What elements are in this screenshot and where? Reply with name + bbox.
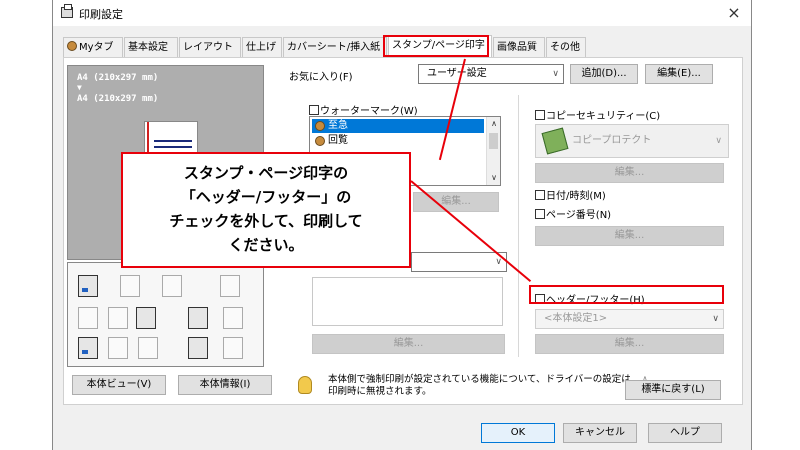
overlay-select[interactable]: ∨ [411, 252, 507, 272]
header-footer-highlight-box [529, 285, 724, 304]
watermark-item-urgent[interactable]: 至急 [312, 119, 484, 133]
watermark-scrollbar[interactable]: ∧ ∨ [486, 117, 500, 185]
chevron-down-icon: ∨ [552, 69, 559, 79]
device-view-button[interactable]: 本体ビュー(V) [72, 375, 166, 395]
device-info-button[interactable]: 本体情報(I) [178, 375, 272, 395]
tab-layout[interactable]: レイアウト [179, 37, 241, 57]
tab-my-tab[interactable]: Myタブ [63, 37, 123, 57]
scroll-thumb[interactable] [489, 133, 498, 149]
favorites-label: お気に入り(F) [289, 72, 353, 83]
color-icon [78, 337, 98, 359]
page-number-checkbox[interactable]: ページ番号(N) [535, 206, 611, 221]
copy-security-value: コピープロテクト [572, 135, 652, 146]
shield-copy-icon [541, 127, 569, 155]
header-footer-select[interactable]: <本体設定1> ∨ [535, 309, 724, 329]
tab-finishing[interactable]: 仕上げ [242, 37, 282, 57]
fold-icon [108, 337, 128, 359]
callout-line-1: スタンプ・ページ印字の [183, 164, 349, 182]
checkbox-box [535, 190, 545, 200]
header-footer-value: <本体設定1> [544, 313, 608, 324]
tab-highlight-box [383, 35, 489, 57]
scroll-up-icon[interactable]: ∧ [487, 117, 501, 131]
instruction-callout: スタンプ・ページ印字の 「ヘッダー/フッター」の チェックを外して、印刷して く… [121, 152, 411, 268]
printer-output-icon [78, 275, 98, 297]
paper-size-top: A4 (210x297 mm) [77, 73, 159, 83]
page-line [154, 140, 192, 142]
page-line [154, 146, 192, 148]
watermark-checkbox[interactable]: ウォーターマーク(W) [309, 102, 418, 117]
finishing-icons-panel [67, 262, 264, 367]
stack-icon [223, 337, 243, 359]
printer-icon [61, 4, 73, 18]
ok-button[interactable]: OK [481, 423, 555, 443]
info-message: 本体側で強制印刷が設定されている機能について、ドライバーの設定は印刷時に無視され… [328, 374, 631, 397]
page-number-edit-button[interactable]: 編集... [535, 226, 724, 246]
favorites-select[interactable]: ユーザー設定 ∨ [418, 64, 564, 84]
copy-icon [162, 275, 182, 297]
checkbox-box [535, 209, 545, 219]
watermark-icon [188, 307, 208, 329]
scroll-down-icon[interactable]: ∨ [487, 171, 501, 185]
copy-security-checkbox[interactable]: コピーセキュリティー(C) [535, 107, 660, 122]
callout-line-4: ください。 [228, 236, 304, 254]
overlay-edit-button[interactable]: 編集... [312, 334, 505, 354]
tab-cover-sheet[interactable]: カバーシート/挿入紙 [283, 37, 387, 57]
window-title: 印刷設定 [79, 8, 123, 21]
stamp-icon [188, 337, 208, 359]
column-divider [518, 95, 519, 357]
tab-basic[interactable]: 基本設定 [124, 37, 178, 57]
tab-image-quality[interactable]: 画像品質 [493, 37, 545, 57]
callout-line-3: チェックを外して、印刷して [169, 212, 363, 230]
lock-icon [223, 307, 243, 329]
paper-size-bottom: A4 (210x297 mm) [77, 94, 159, 104]
punch-icon [220, 275, 240, 297]
header-footer-edit-button[interactable]: 編集... [535, 334, 724, 354]
help-button[interactable]: ヘルプ [648, 423, 722, 443]
paper-arrow: ▼ [77, 83, 82, 92]
duplex-icon [78, 307, 98, 329]
copy-security-edit-button[interactable]: 編集... [535, 163, 724, 183]
lightbulb-icon [298, 376, 312, 394]
overlay-textbox[interactable] [312, 277, 503, 326]
booklet-icon [108, 307, 128, 329]
stamp-icon [315, 121, 325, 131]
callout-line-2: 「ヘッダー/フッター」の [180, 188, 352, 206]
staple-icon [120, 275, 140, 297]
tab-other[interactable]: その他 [546, 37, 586, 57]
datetime-checkbox[interactable]: 日付/時刻(M) [535, 187, 606, 202]
stamp-icon [315, 136, 325, 146]
copy-security-select[interactable]: コピープロテクト ∨ [535, 124, 729, 158]
chevron-down-icon: ∨ [715, 136, 722, 146]
restore-defaults-button[interactable]: 標準に戻す(L) [625, 380, 721, 400]
chevron-down-icon: ∨ [712, 314, 719, 324]
add-favorite-button[interactable]: 追加(D)... [570, 64, 638, 84]
favorites-value: ユーザー設定 [427, 68, 487, 79]
checkbox-box [309, 105, 319, 115]
edit-favorite-button[interactable]: 編集(E)... [645, 64, 713, 84]
title-bar: 印刷設定 × [53, 0, 751, 26]
tray-icon [138, 337, 158, 359]
cancel-button[interactable]: キャンセル [563, 423, 637, 443]
close-icon[interactable]: × [723, 2, 745, 24]
user-icon [67, 41, 77, 51]
watermark-item-circulate[interactable]: 回覧 [312, 134, 348, 148]
checkbox-box [535, 110, 545, 120]
info-row: 本体側で強制印刷が設定されている機能について、ドライバーの設定は印刷時に無視され… [298, 372, 648, 406]
combine-icon [136, 307, 156, 329]
